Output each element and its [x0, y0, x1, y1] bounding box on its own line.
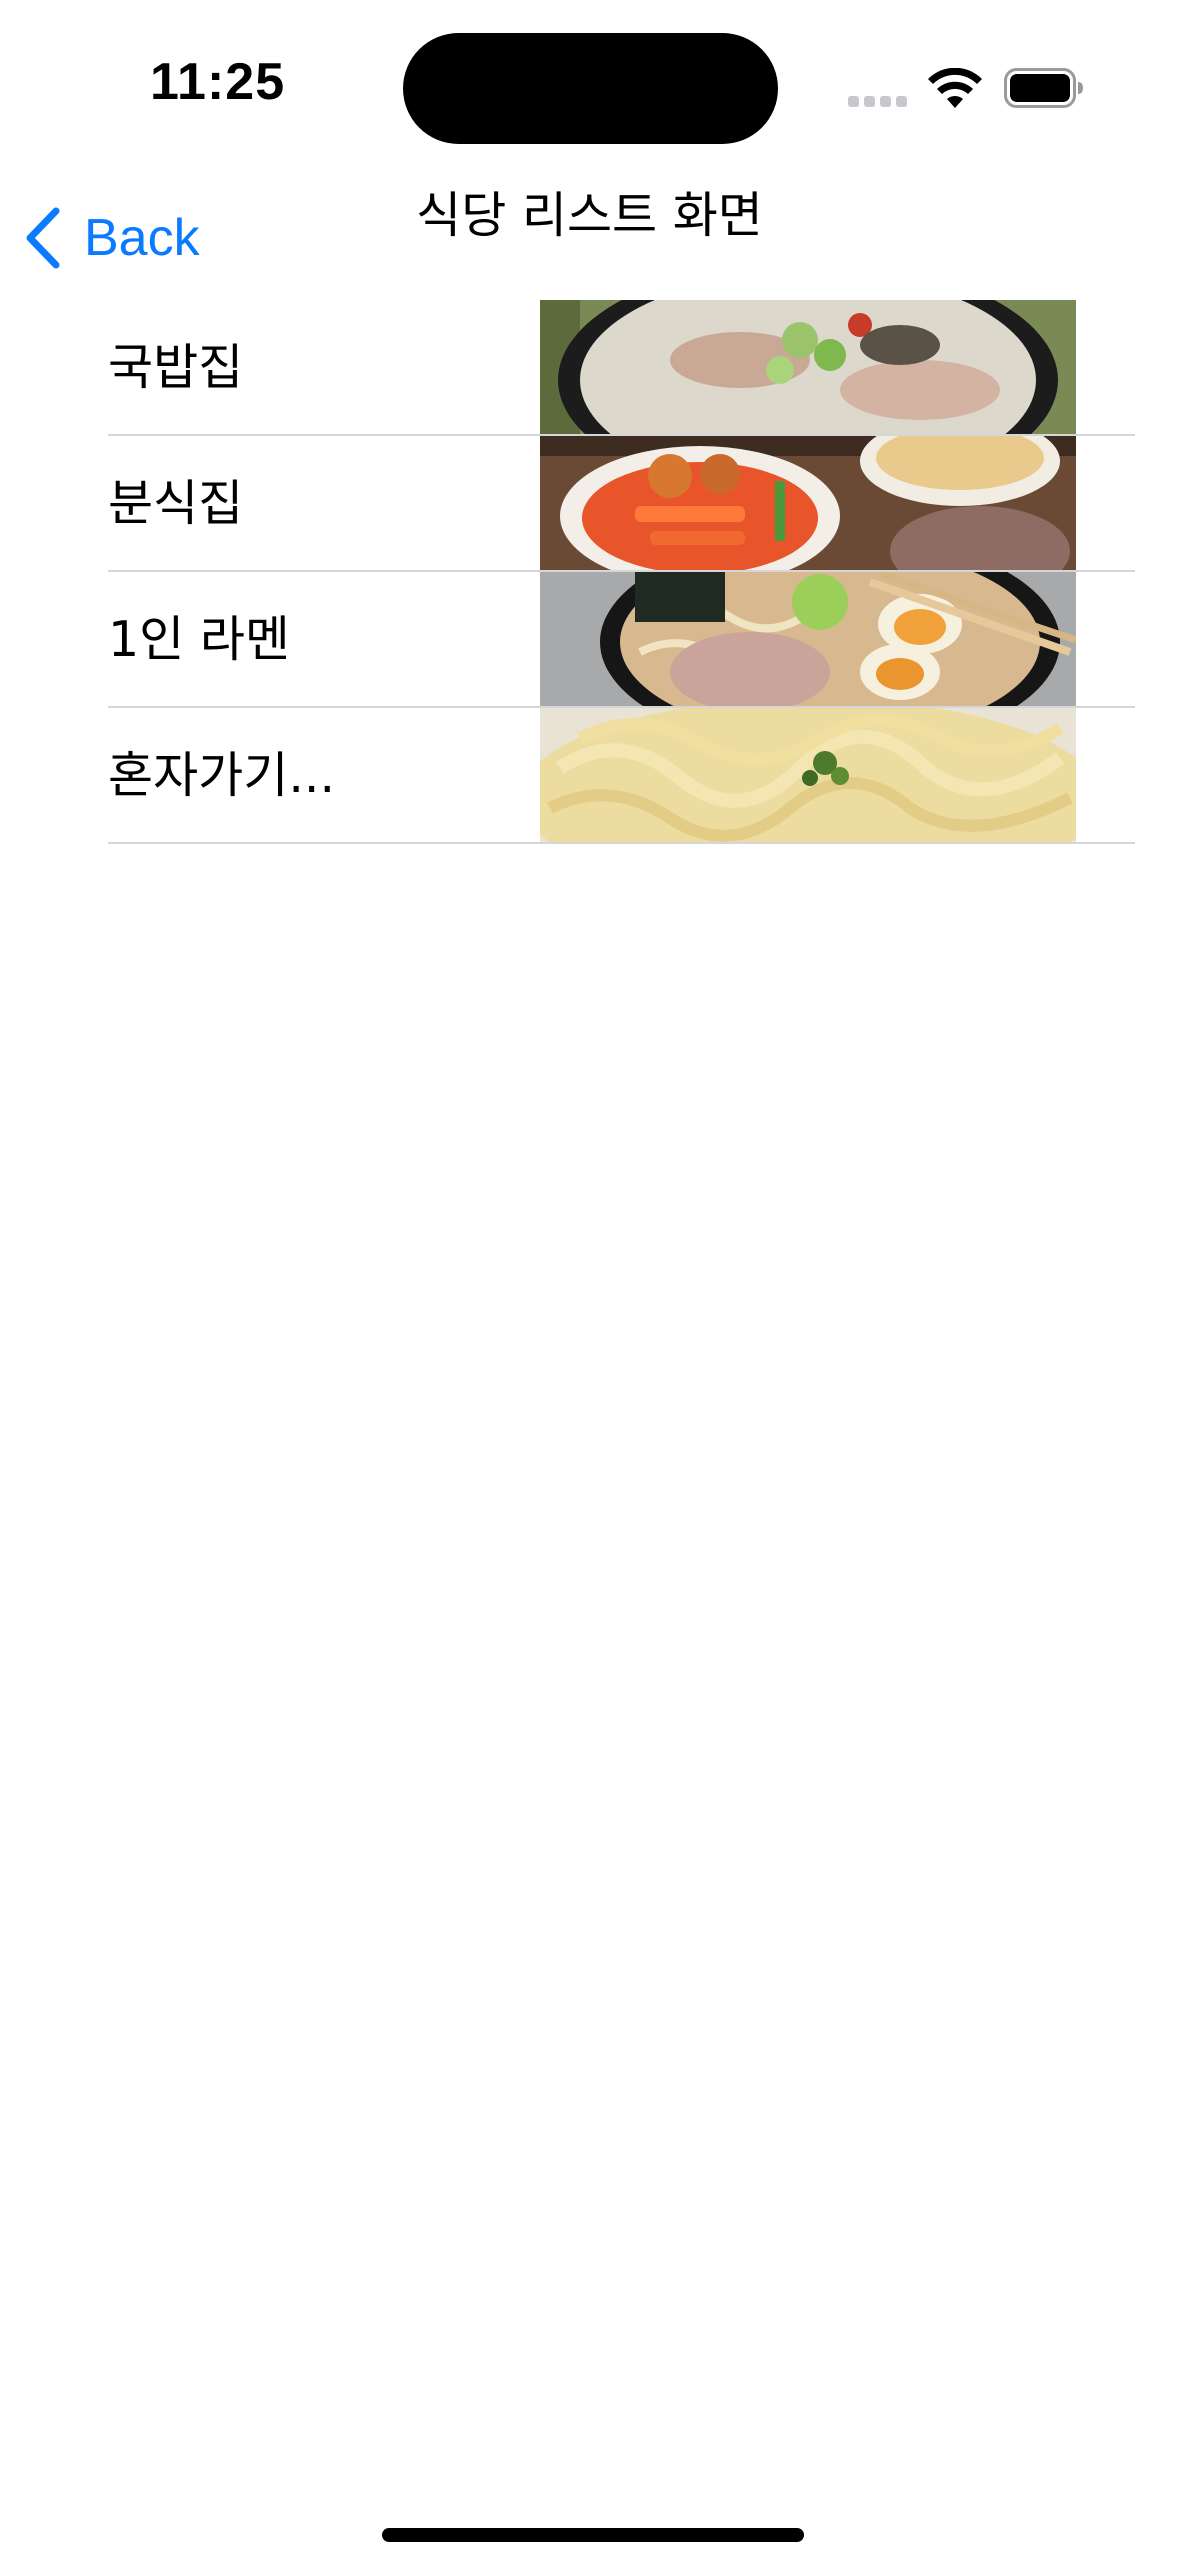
list-item-solo[interactable]: 혼자가기... — [0, 708, 1179, 844]
navigation-bar: Back 식당 리스트 화면 — [0, 170, 1179, 300]
home-indicator[interactable] — [382, 2528, 804, 2542]
gukbap-photo — [540, 300, 1076, 436]
status-time: 11:25 — [150, 53, 286, 111]
list-item-label: 국밥집 — [108, 339, 244, 396]
list-item-ramen[interactable]: 1인 라멘 — [0, 572, 1179, 708]
page-title: 식당 리스트 화면 — [416, 187, 763, 244]
pasta-photo — [540, 708, 1076, 844]
list-item-label: 1인 라멘 — [108, 611, 290, 668]
wifi-icon — [928, 68, 982, 108]
battery-icon — [1004, 68, 1083, 108]
bunsik-photo — [540, 436, 1076, 572]
row-divider — [108, 842, 1135, 844]
list-item-bunsik[interactable]: 분식집 — [0, 436, 1179, 572]
list-item-label: 혼자가기... — [108, 747, 336, 804]
restaurant-list: 국밥집 분식집 1인 라멘 혼자가기... — [0, 300, 1179, 844]
list-item-gukbap[interactable]: 국밥집 — [0, 300, 1179, 436]
list-item-label: 분식집 — [108, 475, 244, 532]
cellular-signal-icon — [848, 96, 908, 110]
ramen-photo — [540, 572, 1076, 708]
status-bar: 11:25 — [0, 0, 1179, 170]
dynamic-island — [403, 33, 778, 144]
